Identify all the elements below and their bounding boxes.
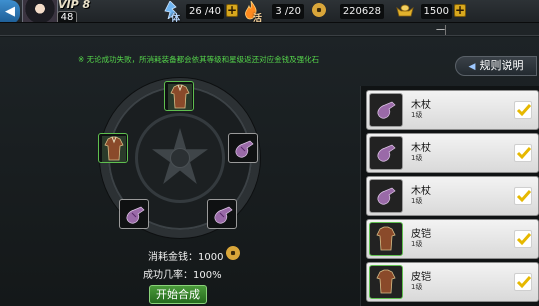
gold-value: 220628 bbox=[339, 4, 384, 19]
strip-tag: 一 bbox=[436, 26, 446, 36]
list-item[interactable]: 皮铠 1级 bbox=[366, 262, 539, 302]
item-thumbnail bbox=[369, 265, 403, 299]
item-name: 木杖 bbox=[411, 143, 431, 154]
checkmark-icon bbox=[516, 190, 532, 203]
slot-top[interactable] bbox=[164, 81, 194, 111]
checkmark-icon bbox=[516, 147, 532, 160]
select-checkbox[interactable] bbox=[514, 273, 532, 291]
checkmark-icon bbox=[516, 233, 532, 246]
rules-button-label: 规则说明 bbox=[479, 59, 524, 72]
leather-armor-icon bbox=[376, 226, 396, 251]
add-ingot-button[interactable]: + bbox=[454, 4, 466, 17]
staff-glove-icon bbox=[377, 144, 396, 162]
item-level: 1级 bbox=[411, 240, 423, 248]
strip-divider bbox=[445, 25, 446, 35]
gold-coin-icon bbox=[226, 246, 240, 260]
select-checkbox[interactable] bbox=[514, 101, 532, 119]
start-synthesis-button[interactable]: 开始合成 bbox=[149, 285, 207, 304]
item-name: 木杖 bbox=[411, 100, 431, 111]
cost-label: 消耗金钱：1000 bbox=[148, 252, 224, 263]
staff-glove-icon bbox=[377, 101, 396, 119]
gold-stat: 220628 bbox=[330, 4, 384, 19]
list-item[interactable]: 木杖 1级 bbox=[366, 90, 539, 130]
slot-right[interactable] bbox=[228, 133, 258, 163]
select-checkbox[interactable] bbox=[514, 230, 532, 248]
item-name: 皮铠 bbox=[411, 229, 431, 240]
synthesis-tip: ※ 无论成功失败，所消耗装备都会依其等级和星级返还对应金钱及强化石 bbox=[78, 55, 320, 64]
list-item[interactable]: 木杖 1级 bbox=[366, 176, 539, 216]
ingot-stat: 1500 bbox=[416, 4, 452, 19]
list-item[interactable]: 皮铠 1级 bbox=[366, 219, 539, 259]
back-button[interactable]: ◀ bbox=[0, 0, 20, 24]
sub-strip: 一 bbox=[0, 22, 539, 36]
staff-glove-icon bbox=[126, 206, 145, 224]
item-name: 皮铠 bbox=[411, 272, 431, 283]
staff-glove-icon bbox=[235, 140, 254, 158]
checkmark-icon bbox=[516, 276, 532, 289]
leather-armor-icon bbox=[376, 269, 396, 294]
back-arrow-icon: ◀ bbox=[5, 4, 15, 19]
rules-arrow-icon: ◀ bbox=[468, 62, 476, 72]
item-thumbnail bbox=[369, 222, 403, 256]
item-level: 1级 bbox=[411, 111, 423, 119]
slot-bottom-left[interactable] bbox=[119, 199, 149, 229]
item-thumbnail bbox=[369, 179, 403, 213]
vip-label: VIP 8 bbox=[58, 0, 91, 11]
star-core bbox=[170, 148, 190, 168]
leather-armor-icon bbox=[102, 136, 126, 162]
stamina-stat: 26 /40 bbox=[180, 4, 224, 19]
item-thumbnail bbox=[369, 93, 403, 127]
gold-ingot-icon bbox=[396, 4, 414, 17]
vigor-value: 3 /20 bbox=[272, 4, 304, 19]
add-stamina-button[interactable]: + bbox=[226, 4, 238, 17]
leather-armor-icon bbox=[168, 84, 192, 110]
select-checkbox[interactable] bbox=[514, 187, 532, 205]
staff-glove-icon bbox=[377, 187, 396, 205]
item-level: 1级 bbox=[411, 154, 423, 162]
checkmark-icon bbox=[516, 104, 532, 117]
rules-button[interactable]: ◀ 规则说明 bbox=[455, 56, 537, 76]
slot-left[interactable] bbox=[98, 133, 128, 163]
slot-bottom-right[interactable] bbox=[207, 199, 237, 229]
list-item[interactable]: 木杖 1级 bbox=[366, 133, 539, 173]
ingot-value: 1500 bbox=[420, 4, 452, 19]
success-rate-label: 成功几率：100% bbox=[143, 270, 222, 281]
gold-coin-icon bbox=[312, 3, 326, 17]
stamina-value: 26 /40 bbox=[186, 4, 224, 19]
vigor-stat: 3 /20 bbox=[262, 4, 304, 19]
item-level: 1级 bbox=[411, 197, 423, 205]
item-name: 木杖 bbox=[411, 186, 431, 197]
item-level: 1级 bbox=[411, 283, 423, 291]
item-thumbnail bbox=[369, 136, 403, 170]
staff-glove-icon bbox=[214, 206, 233, 224]
select-checkbox[interactable] bbox=[514, 144, 532, 162]
